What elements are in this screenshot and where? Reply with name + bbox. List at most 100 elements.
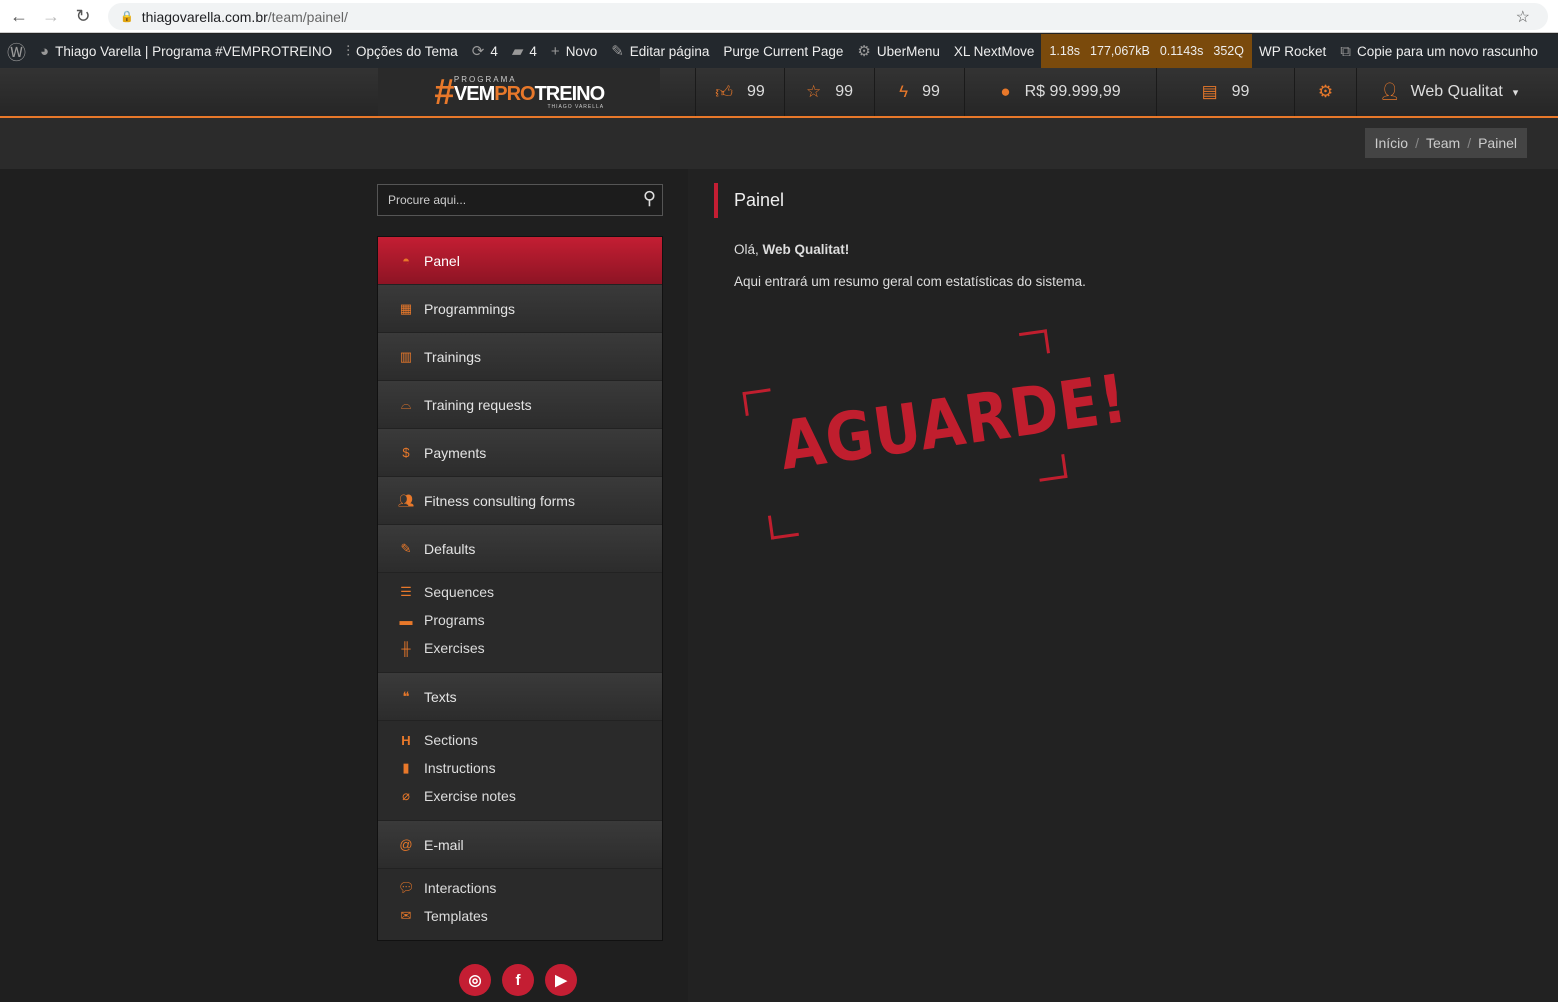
- label: Panel: [424, 252, 460, 269]
- settings-button[interactable]: ⚙: [1294, 68, 1356, 116]
- search-icon[interactable]: ⚲: [643, 188, 656, 209]
- forward-icon[interactable]: →: [38, 6, 64, 27]
- heading-icon: H: [401, 732, 411, 748]
- user-menu[interactable]: 👤︎ Web Qualitat ▾: [1356, 68, 1558, 116]
- wp-rocket-link[interactable]: WP Rocket: [1252, 34, 1333, 68]
- comments-link[interactable]: ▰ 4: [505, 34, 544, 68]
- breadcrumb: Início / Team / Painel: [1364, 128, 1527, 158]
- stars-stat[interactable]: ☆ 99: [784, 68, 874, 116]
- qm-db-time: 0.1143s: [1159, 44, 1204, 58]
- copy-icon: ⧉: [1340, 42, 1351, 60]
- instagram-icon[interactable]: ◎: [459, 964, 491, 996]
- search-input[interactable]: Procure aqui... ⚲: [377, 184, 663, 216]
- bolts-stat[interactable]: ϟ 99: [874, 68, 964, 116]
- sidebar-item-exercises[interactable]: ╫ Exercises: [378, 634, 662, 662]
- book-icon: ▮: [402, 760, 410, 775]
- greeting-user: Web Qualitat!: [762, 242, 850, 257]
- qm-queries: 352Q: [1213, 44, 1244, 58]
- gears-icon: ⚙: [857, 43, 871, 60]
- money-icon: ●: [1000, 82, 1011, 101]
- copy-draft-link[interactable]: ⧉ Copie para um novo rascunho: [1333, 34, 1545, 68]
- query-monitor[interactable]: 1.18s 177,067kB 0.1143s 352Q: [1041, 34, 1252, 68]
- at-icon: @: [399, 837, 413, 852]
- docs-stat[interactable]: ▤ 99: [1156, 68, 1294, 116]
- label: Fitness consulting forms: [424, 492, 575, 509]
- updates-link[interactable]: ⟳ 4: [465, 34, 505, 68]
- ubermenu-link[interactable]: ⚙ UberMenu: [850, 34, 946, 68]
- label: Trainings: [424, 348, 482, 365]
- calendar-icon: ▦: [399, 300, 413, 316]
- site-logo[interactable]: # PROGRAMA VEMPROTREINO THIAGO VARELLA: [378, 68, 660, 116]
- sidebar-item-programs[interactable]: ▬ Programs: [378, 606, 662, 634]
- chevron-down-icon: ▾: [1512, 86, 1519, 99]
- breadcrumb-bar: Início / Team / Painel: [0, 118, 1558, 169]
- label: Editar página: [629, 43, 710, 59]
- youtube-icon[interactable]: ▶: [545, 964, 577, 996]
- logo-c: TREINO: [534, 82, 606, 105]
- edit-page-link[interactable]: ✎ Editar página: [604, 34, 716, 68]
- label: Defaults: [424, 540, 476, 557]
- sidebar-item-payments[interactable]: $ Payments: [378, 429, 662, 477]
- edit-icon: ✎: [400, 540, 412, 556]
- sidebar-item-panel[interactable]: ◓ Panel: [378, 237, 662, 285]
- user-name: Web Qualitat: [1410, 83, 1503, 100]
- sidebar-item-exercise-notes[interactable]: ⌀ Exercise notes: [378, 782, 662, 810]
- nextmove-link[interactable]: XL NextMove: [947, 34, 1042, 68]
- back-icon[interactable]: ←: [6, 6, 32, 27]
- new-link[interactable]: + Novo: [544, 34, 604, 68]
- label: Purge Current Page: [723, 43, 844, 59]
- label: Programmings: [424, 300, 516, 317]
- document-icon: ▤: [1201, 82, 1218, 101]
- value: 99: [1231, 83, 1250, 100]
- label: Novo: [565, 43, 598, 59]
- wordpress-logo-icon[interactable]: Ⓦ: [0, 34, 33, 68]
- sidebar-item-training-requests[interactable]: ⌓ Training requests: [378, 381, 662, 429]
- theme-options-link[interactable]: ⫶ Opções do Tema: [339, 34, 465, 68]
- reload-icon[interactable]: ↻: [70, 6, 96, 27]
- breadcrumb-home[interactable]: Início: [1375, 135, 1408, 151]
- label: Instructions: [424, 760, 496, 776]
- label: XL NextMove: [953, 43, 1035, 59]
- label: Programs: [424, 612, 485, 628]
- sidebar-item-email[interactable]: @ E-mail: [378, 821, 662, 869]
- gear-icon: ⚙: [1317, 82, 1334, 101]
- sidebar-item-trainings[interactable]: ▥ Trainings: [378, 333, 662, 381]
- label: Interactions: [424, 880, 497, 896]
- address-bar[interactable]: 🔒 thiagovarella.com.br/team/painel/ ☆: [108, 3, 1548, 30]
- sidebar-item-instructions[interactable]: ▮ Instructions: [378, 754, 662, 782]
- pencil-icon: ✎: [611, 43, 624, 60]
- sidebar-item-sequences[interactable]: ☰ Sequences: [378, 578, 662, 606]
- facebook-icon[interactable]: f: [502, 964, 534, 996]
- url-host: thiagovarella.com.br: [141, 8, 268, 25]
- plus-icon: +: [550, 42, 560, 60]
- breadcrumb-team[interactable]: Team: [1426, 135, 1460, 151]
- logo-a: VEM: [453, 82, 495, 105]
- dumbbell-icon: ╫: [401, 640, 411, 656]
- envelope-icon: ✉: [400, 908, 412, 923]
- browser-toolbar: ← → ↻ 🔒 thiagovarella.com.br/team/painel…: [0, 0, 1558, 33]
- sidebar-item-templates[interactable]: ✉ Templates: [378, 902, 662, 930]
- bookmark-star-icon[interactable]: ☆: [1516, 7, 1530, 27]
- sidebar-item-defaults[interactable]: ✎ Defaults: [378, 525, 662, 573]
- sidebar-item-fitness-forms[interactable]: 👥︎ Fitness consulting forms: [378, 477, 662, 525]
- label: UberMenu: [876, 43, 940, 59]
- likes-stat[interactable]: 👍︎ 99: [695, 68, 784, 116]
- sidebar-menu: ◓ Panel ▦ Programmings ▥ Trainings ⌓ Trainin…: [377, 236, 663, 941]
- sidebar-item-interactions[interactable]: 💬︎ Interactions: [378, 874, 662, 902]
- greeting: Olá, Web Qualitat!: [734, 242, 849, 257]
- chart-icon: ▥: [399, 348, 413, 364]
- revenue-stat[interactable]: ● R$ 99.999,99: [964, 68, 1156, 116]
- logo-b: PRO: [494, 82, 535, 105]
- list-icon: ☰: [400, 584, 412, 599]
- sidebar-item-programmings[interactable]: ▦ Programmings: [378, 285, 662, 333]
- paperclip-icon: ⌀: [402, 788, 410, 803]
- purge-link[interactable]: Purge Current Page: [716, 34, 850, 68]
- label: Texts: [424, 688, 457, 705]
- sidebar-item-sections[interactable]: H Sections: [378, 726, 662, 754]
- sidebar-item-texts[interactable]: ❝ Texts: [378, 673, 662, 721]
- site-name-link[interactable]: ◕ Thiago Varella | Programa #VEMPROTREINO: [33, 34, 339, 68]
- bolt-icon: ϟ: [899, 82, 909, 101]
- lock-icon: 🔒: [120, 11, 134, 23]
- label: Templates: [424, 908, 488, 924]
- dashboard-icon: ◓: [402, 253, 410, 268]
